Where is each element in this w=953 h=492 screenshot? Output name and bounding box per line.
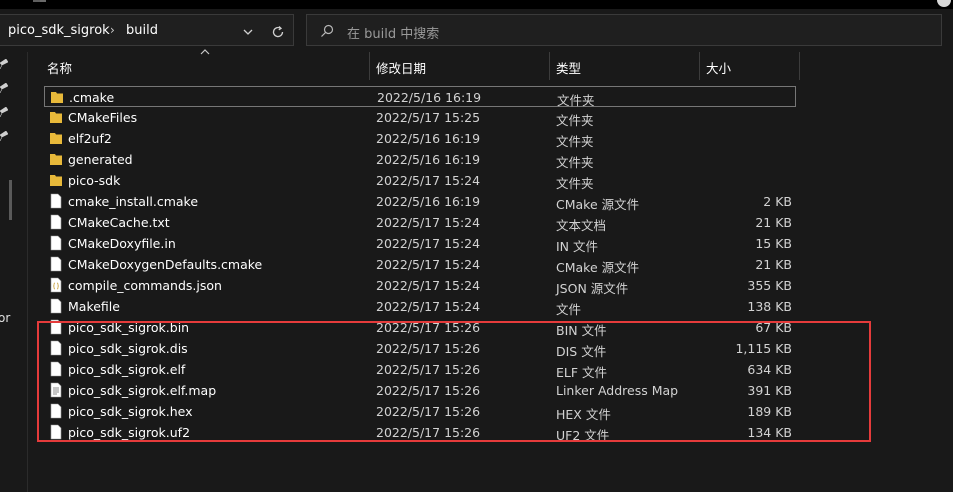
- column-header-size[interactable]: 大小: [706, 58, 731, 77]
- file-name[interactable]: .cmake: [69, 90, 114, 105]
- file-type: CMake 源文件: [556, 260, 640, 275]
- file-icon: [50, 256, 62, 272]
- file-name[interactable]: CMakeDoxygenDefaults.cmake: [68, 257, 262, 272]
- file-name[interactable]: elf2uf2: [68, 131, 112, 146]
- file-size: 355 KB: [747, 278, 792, 293]
- folder-icon: [51, 92, 63, 103]
- folder-icon: [50, 112, 62, 123]
- column-divider[interactable]: [369, 52, 370, 80]
- file-size: 21 KB: [755, 215, 792, 230]
- file-name[interactable]: cmake_install.cmake: [68, 194, 198, 209]
- file-type: 文件夹: [556, 113, 594, 128]
- address-bar[interactable]: pico_sdk_sigrok › build: [0, 14, 294, 46]
- breadcrumb-separator-icon[interactable]: ›: [110, 23, 115, 37]
- search-box[interactable]: 在 build 中搜索: [306, 14, 942, 46]
- file-row[interactable]: pico-sdk 2022/5/17 15:24 文件夹: [44, 170, 796, 191]
- file-type: 文件: [556, 302, 582, 317]
- file-row[interactable]: compile_commands.json 2022/5/17 15:24 JS…: [44, 275, 796, 296]
- search-input[interactable]: 在 build 中搜索: [347, 23, 439, 42]
- file-icon: [50, 235, 62, 251]
- file-icon: [50, 214, 62, 230]
- file-type: IN 文件: [556, 239, 599, 254]
- file-date: 2022/5/17 15:24: [376, 173, 481, 188]
- file-name[interactable]: Makefile: [68, 299, 120, 314]
- file-name[interactable]: generated: [68, 152, 133, 167]
- pin-icon[interactable]: [0, 83, 8, 93]
- file-date: 2022/5/16 16:19: [376, 131, 481, 146]
- chevron-down-icon[interactable]: [241, 25, 255, 39]
- file-name[interactable]: pico-sdk: [68, 173, 120, 188]
- file-date: 2022/5/17 15:24: [376, 215, 481, 230]
- file-size: 15 KB: [755, 236, 792, 251]
- column-header-type[interactable]: 类型: [556, 58, 581, 77]
- folder-icon: [50, 133, 62, 144]
- file-row[interactable]: generated 2022/5/16 16:19 文件夹: [44, 149, 796, 170]
- file-date: 2022/5/17 15:24: [376, 257, 481, 272]
- pin-icon[interactable]: [0, 107, 8, 117]
- file-name[interactable]: CMakeDoxyfile.in: [68, 236, 176, 251]
- file-row[interactable]: Makefile 2022/5/17 15:24 文件 138 KB: [44, 296, 796, 317]
- window-control-circle[interactable]: [937, 0, 951, 7]
- folder-icon: [50, 154, 62, 165]
- file-date: 2022/5/16 16:19: [376, 194, 481, 209]
- file-name[interactable]: CMakeFiles: [68, 110, 137, 125]
- breadcrumb-build[interactable]: build: [126, 23, 158, 38]
- file-icon: [50, 193, 62, 209]
- navigation-pane[interactable]: or: [0, 52, 28, 492]
- file-row[interactable]: .cmake 2022/5/16 16:19 文件夹: [44, 86, 796, 108]
- file-date: 2022/5/16 16:19: [376, 152, 481, 167]
- file-icon: [50, 298, 62, 314]
- file-type: 文件夹: [556, 176, 594, 191]
- file-type: JSON 源文件: [556, 281, 629, 296]
- file-date: 2022/5/17 15:24: [376, 236, 481, 251]
- title-strip-mark-2: [40, 0, 46, 2]
- refresh-icon[interactable]: [270, 24, 286, 40]
- file-type: 文本文档: [556, 218, 607, 233]
- file-type: CMake 源文件: [556, 197, 640, 212]
- json-file-icon: [50, 277, 62, 293]
- folder-icon: [50, 175, 62, 186]
- file-type: 文件夹: [556, 134, 594, 149]
- file-date: 2022/5/17 15:24: [376, 299, 481, 314]
- pin-icon[interactable]: [0, 131, 8, 141]
- file-row[interactable]: CMakeCache.txt 2022/5/17 15:24 文本文档 21 K…: [44, 212, 796, 233]
- column-divider[interactable]: [699, 52, 700, 80]
- file-row[interactable]: CMakeDoxygenDefaults.cmake 2022/5/17 15:…: [44, 254, 796, 275]
- title-strip: [0, 0, 953, 9]
- file-date: 2022/5/16 16:19: [377, 90, 482, 105]
- file-size: 21 KB: [755, 257, 792, 272]
- file-date: 2022/5/17 15:25: [376, 110, 481, 125]
- file-size: 2 KB: [763, 194, 792, 209]
- file-row[interactable]: cmake_install.cmake 2022/5/16 16:19 CMak…: [44, 191, 796, 212]
- nav-scrollbar[interactable]: [9, 180, 12, 220]
- file-name[interactable]: compile_commands.json: [68, 278, 222, 293]
- column-header-name[interactable]: 名称: [47, 58, 72, 77]
- file-size: 138 KB: [747, 299, 792, 314]
- column-divider[interactable]: [799, 52, 800, 80]
- file-row[interactable]: elf2uf2 2022/5/16 16:19 文件夹: [44, 128, 796, 149]
- file-type: 文件夹: [556, 155, 594, 170]
- search-icon: [321, 24, 334, 37]
- file-row[interactable]: CMakeFiles 2022/5/17 15:25 文件夹: [44, 107, 796, 128]
- nav-item-label[interactable]: or: [0, 311, 10, 325]
- sort-ascending-icon: [200, 49, 210, 55]
- file-row[interactable]: CMakeDoxyfile.in 2022/5/17 15:24 IN 文件 1…: [44, 233, 796, 254]
- file-date: 2022/5/17 15:24: [376, 278, 481, 293]
- column-header-date[interactable]: 修改日期: [376, 58, 426, 77]
- file-name[interactable]: CMakeCache.txt: [68, 215, 170, 230]
- breadcrumb-pico-sdk-sigrok[interactable]: pico_sdk_sigrok: [8, 23, 110, 38]
- pin-icon[interactable]: [0, 59, 8, 69]
- highlight-annotation-box: [37, 321, 871, 442]
- column-divider[interactable]: [549, 52, 550, 80]
